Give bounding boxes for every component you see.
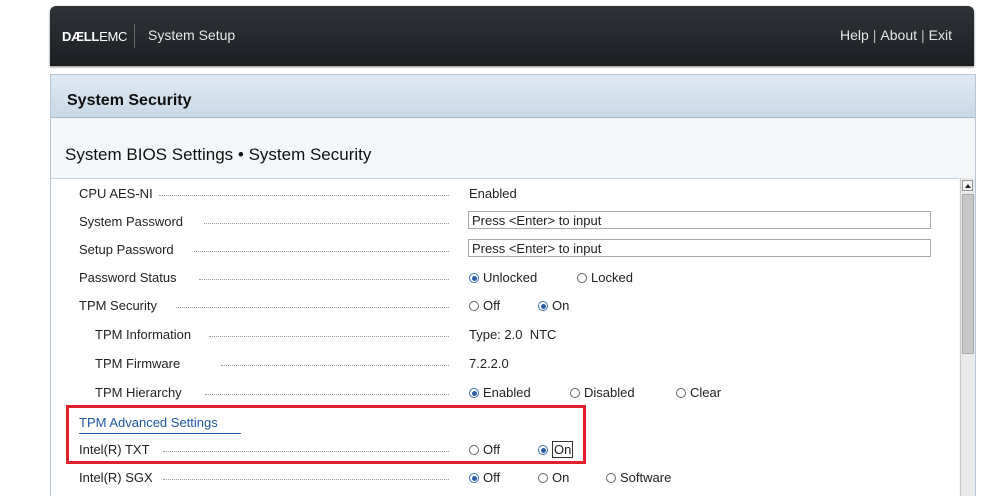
logo-dell: DÆLL [62,29,100,44]
setting-row-tpm-firmware: TPM Firmware 7.2.2.0 [51,349,951,377]
system-password-input[interactable]: Press <Enter> to input [468,211,931,229]
red-highlight-box [66,405,586,464]
breadcrumb: System BIOS Settings • System Security [65,145,372,164]
setting-label: TPM Information [95,327,192,342]
setting-label: Password Status [79,270,177,285]
page-title: System Security [67,92,192,109]
app-title: System Setup [148,27,236,43]
leader-dots [204,223,449,224]
setting-row-tpm-information: TPM Information Type: 2.0 NTC [51,320,951,348]
radio-selected-icon [469,473,479,483]
setting-row-tpm-hierarchy: TPM Hierarchy Enabled Disabled Clear [51,378,951,406]
setting-label: TPM Firmware [95,356,181,371]
radio-unselected-icon [676,388,686,398]
leader-dots [205,394,449,395]
vertical-scrollbar[interactable] [960,178,975,496]
setting-value: Enabled [469,186,517,201]
radio-hierarchy-enabled[interactable]: Enabled [469,385,531,400]
radio-selected-icon [469,388,479,398]
radio-unselected-icon [538,473,548,483]
scroll-up-arrow-icon[interactable] [962,180,973,191]
panel-header: System Security [51,75,975,118]
setting-row-intel-sgx: Intel(R) SGX Off On Software [51,463,951,491]
radio-sgx-off[interactable]: Off [469,470,500,485]
scrollbar-thumb[interactable] [962,194,974,354]
link-separator: | [921,27,925,43]
setting-row-password-status: Password Status Unlocked Locked [51,263,951,291]
logo-emc: EMC [99,29,128,44]
leader-dots [209,336,449,337]
radio-tpm-on[interactable]: On [538,298,569,313]
leader-dots [163,479,449,480]
radio-unselected-icon [606,473,616,483]
help-link[interactable]: Help [840,27,869,43]
leader-dots [221,365,449,366]
radio-unselected-icon [570,388,580,398]
radio-hierarchy-disabled[interactable]: Disabled [570,385,635,400]
setting-row-setup-password: Setup Password Press <Enter> to input [51,235,951,263]
leader-dots [176,307,449,308]
link-separator: | [872,27,877,43]
setting-label: Setup Password [79,242,174,257]
setting-value: Type: 2.0 NTC [469,327,557,342]
radio-unselected-icon [577,273,587,283]
radio-hierarchy-clear[interactable]: Clear [676,385,721,400]
radio-sgx-on[interactable]: On [538,470,569,485]
setup-password-input[interactable]: Press <Enter> to input [468,239,931,257]
radio-selected-icon [469,273,479,283]
setting-row-tpm-security: TPM Security Off On [51,291,951,319]
leader-dots [199,279,449,280]
setting-row-system-password: System Password Press <Enter> to input [51,207,951,235]
about-link[interactable]: About [880,27,917,43]
radio-unselected-icon [469,301,479,311]
top-bar: DÆLLEMC System Setup Help | About | Exit [50,6,974,66]
setting-label: CPU AES-NI [79,186,153,201]
radio-sgx-software[interactable]: Software [606,470,671,485]
radio-tpm-off[interactable]: Off [469,298,500,313]
setting-label: System Password [79,214,184,229]
setting-label: TPM Hierarchy [95,385,182,400]
leader-dots [194,251,449,252]
header-links: Help | About | Exit [840,27,952,43]
setting-value: 7.2.2.0 [469,356,509,371]
header-divider [134,24,135,48]
exit-link[interactable]: Exit [929,27,952,43]
setting-label: Intel(R) SGX [79,470,153,485]
setting-label: TPM Security [79,298,158,313]
leader-dots [159,195,449,196]
radio-unlocked[interactable]: Unlocked [469,270,537,285]
radio-selected-icon [538,301,548,311]
dellemc-logo: DÆLLEMC [62,29,128,44]
setting-row-cpu-aes: CPU AES-NI Enabled [51,179,951,207]
radio-locked[interactable]: Locked [577,270,633,285]
